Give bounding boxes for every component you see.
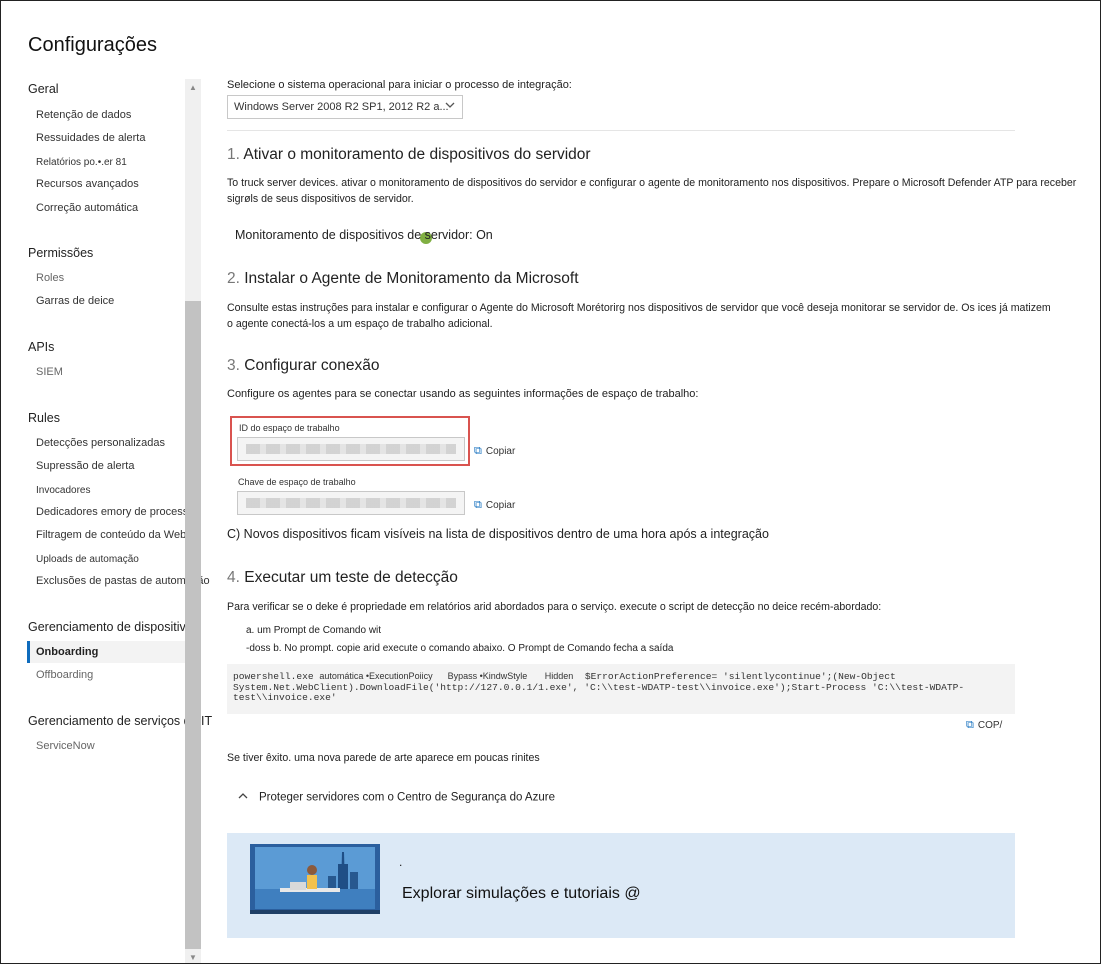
step4-desc: Para verificar se o deke é propriedade e…	[227, 601, 882, 613]
step2-desc-line1: Consulte estas instruções para instalar …	[227, 302, 1051, 314]
workspace-key-redacted	[246, 498, 456, 508]
azure-protection-toggle[interactable]: Proteger servidores com o Centro de Segu…	[237, 791, 555, 804]
chevron-up-icon	[237, 791, 259, 804]
step1-title: Ativar o monitoramento de dispositivos d…	[243, 146, 591, 163]
step2-desc-line2: o agente conectá-los a um espaço de trab…	[227, 318, 493, 330]
sidebar-item-data-retention[interactable]: Retenção de dados	[36, 109, 131, 121]
sidebar-item-alert-notifications[interactable]: Ressuidades de alerta	[36, 132, 145, 144]
copy-label: Copiar	[485, 446, 516, 457]
sidebar-item-custom-detections[interactable]: Detecções personalizadas	[36, 437, 165, 449]
step2-number: 2.	[227, 270, 240, 287]
sidebar-item-device-groups[interactable]: Garras de deice	[36, 295, 114, 307]
os-select[interactable]: Windows Server 2008 R2 SP1, 2012 R2 a...	[227, 95, 463, 119]
sidebar-item-auto-remediation[interactable]: Correção automática	[36, 202, 138, 214]
scroll-up-icon[interactable]: ▲	[185, 81, 201, 95]
step1-desc-line2: sigrøls de seus dispositivos de servidor…	[227, 193, 414, 205]
code-line-3: test\\invoice.exe'	[233, 692, 337, 703]
code-token: automática •ExecutionPoiicy	[319, 671, 433, 681]
sidebar-item-alert-suppression[interactable]: Supressão de alerta	[36, 460, 134, 472]
workspace-key-field[interactable]	[237, 491, 465, 515]
banner-text: Explorar simulações e tutoriais @	[402, 885, 641, 902]
sidebar-item-siem[interactable]: SIEM	[36, 366, 63, 378]
copy-icon: ⧉	[474, 445, 482, 457]
sidebar-item-process-memory-indicators[interactable]: Dedicadores emory de processo	[36, 506, 194, 518]
step3-heading: 3. Configurar conexão	[227, 357, 380, 375]
step4-heading: 4. Executar um teste de detecção	[227, 569, 458, 587]
workspace-key-label: Chave de espaço de trabalho	[238, 477, 356, 487]
workspace-id-label: ID do espaço de trabalho	[239, 423, 340, 433]
step1-desc-line1: To truck server devices. ativar o monito…	[227, 177, 1077, 189]
copy-label: Copiar	[485, 500, 516, 511]
step2-heading: 2. Instalar o Agente de Monitoramento da…	[227, 270, 579, 288]
sidebar-item-indicators[interactable]: Invocadores	[36, 485, 90, 496]
copy-icon: ⧉	[966, 719, 974, 731]
settings-window: Configurações Geral Retenção de dados Re…	[0, 0, 1101, 964]
copy-label: COP/	[977, 720, 1003, 731]
copy-workspace-id-button[interactable]: ⧉ Copiar	[474, 445, 515, 458]
sidebar-item-web-content-filtering[interactable]: Filtragem de conteúdo da Web	[36, 529, 186, 541]
step3-desc: Configure os agentes para se conectar us…	[227, 388, 699, 400]
sidebar-item-advanced-features[interactable]: Recursos avançados	[36, 178, 139, 190]
server-monitoring-status: Monitoramento de dispositivos de servido…	[235, 228, 493, 242]
os-select-value: Windows Server 2008 R2 SP1, 2012 R2 a...	[234, 101, 449, 113]
onboarding-note: C) Novos dispositivos ficam visíveis na …	[227, 527, 769, 541]
code-token: $ErrorActionPreference= 'silentlycontinu…	[573, 671, 896, 682]
step4-sub-a: a. um Prompt de Comando wit	[246, 625, 382, 636]
step4-title: Executar um teste de detecção	[244, 569, 458, 586]
active-item-indicator	[27, 641, 30, 663]
step3-title: Configurar conexão	[244, 357, 380, 374]
sidebar-header-geral: Geral	[28, 82, 59, 96]
copy-workspace-key-button[interactable]: ⧉ Copiar	[474, 499, 515, 512]
copy-icon: ⧉	[474, 499, 482, 511]
chevron-down-icon	[444, 99, 456, 114]
sidebar-header-permissoes: Permissões	[28, 246, 94, 260]
sidebar-header-apis: APIs	[28, 340, 55, 354]
step4-sub-b: -doss b. No prompt. copie arid execute o…	[246, 643, 674, 654]
banner-dot: .	[399, 855, 403, 869]
code-token: Hidden	[527, 671, 574, 681]
step2-title: Instalar o Agente de Monitoramento da Mi…	[244, 270, 579, 287]
os-select-label: Selecione o sistema operacional para ini…	[227, 79, 572, 91]
code-token: powershell.exe	[233, 671, 320, 682]
sidebar-item-roles[interactable]: Roles	[36, 272, 64, 284]
success-message: Se tiver êxito. uma nova parede de arte …	[227, 752, 540, 764]
divider	[227, 130, 1015, 131]
sidebar-item-automation-uploads[interactable]: Uploads de automação	[36, 554, 139, 565]
tutorials-banner[interactable]: . Explorar simulações e tutoriais @	[227, 833, 1015, 938]
step3-number: 3.	[227, 357, 240, 374]
azure-protection-label: Proteger servidores com o Centro de Segu…	[259, 791, 555, 804]
code-token: Bypass •KindwStyle	[432, 671, 528, 681]
workspace-id-field[interactable]	[237, 437, 465, 461]
step4-number: 4.	[227, 569, 240, 586]
copy-script-button[interactable]: ⧉ COP/	[966, 719, 1002, 732]
page-title: Configurações	[28, 34, 157, 56]
code-line-2: System.Net.WebClient).DownloadFile('http…	[233, 681, 965, 693]
sidebar-item-onboarding[interactable]: Onboarding	[36, 646, 98, 658]
workspace-id-redacted	[246, 444, 456, 454]
sidebar-item-servicenow[interactable]: ServiceNow	[36, 740, 95, 752]
sidebar-header-rules: Rules	[28, 411, 60, 425]
sidebar-item-reports[interactable]: Relatórios po.•.er 81	[36, 157, 127, 168]
sidebar-item-automation-folder-exclusions[interactable]: Exclusões de pastas de automação	[36, 575, 210, 587]
detection-script-code[interactable]: powershell.exe automática •ExecutionPoii…	[227, 664, 1015, 714]
sidebar-header-device-management: Gerenciamento de dispositivos	[28, 620, 199, 634]
step1-number: 1.	[227, 146, 240, 163]
tutorials-illustration	[250, 844, 380, 914]
step1-heading: 1. Ativar o monitoramento de dispositivo…	[227, 146, 591, 164]
sidebar-scrollbar-thumb[interactable]	[185, 301, 201, 949]
sidebar-item-offboarding[interactable]: Offboarding	[36, 669, 93, 681]
scroll-down-icon[interactable]: ▼	[185, 951, 201, 965]
